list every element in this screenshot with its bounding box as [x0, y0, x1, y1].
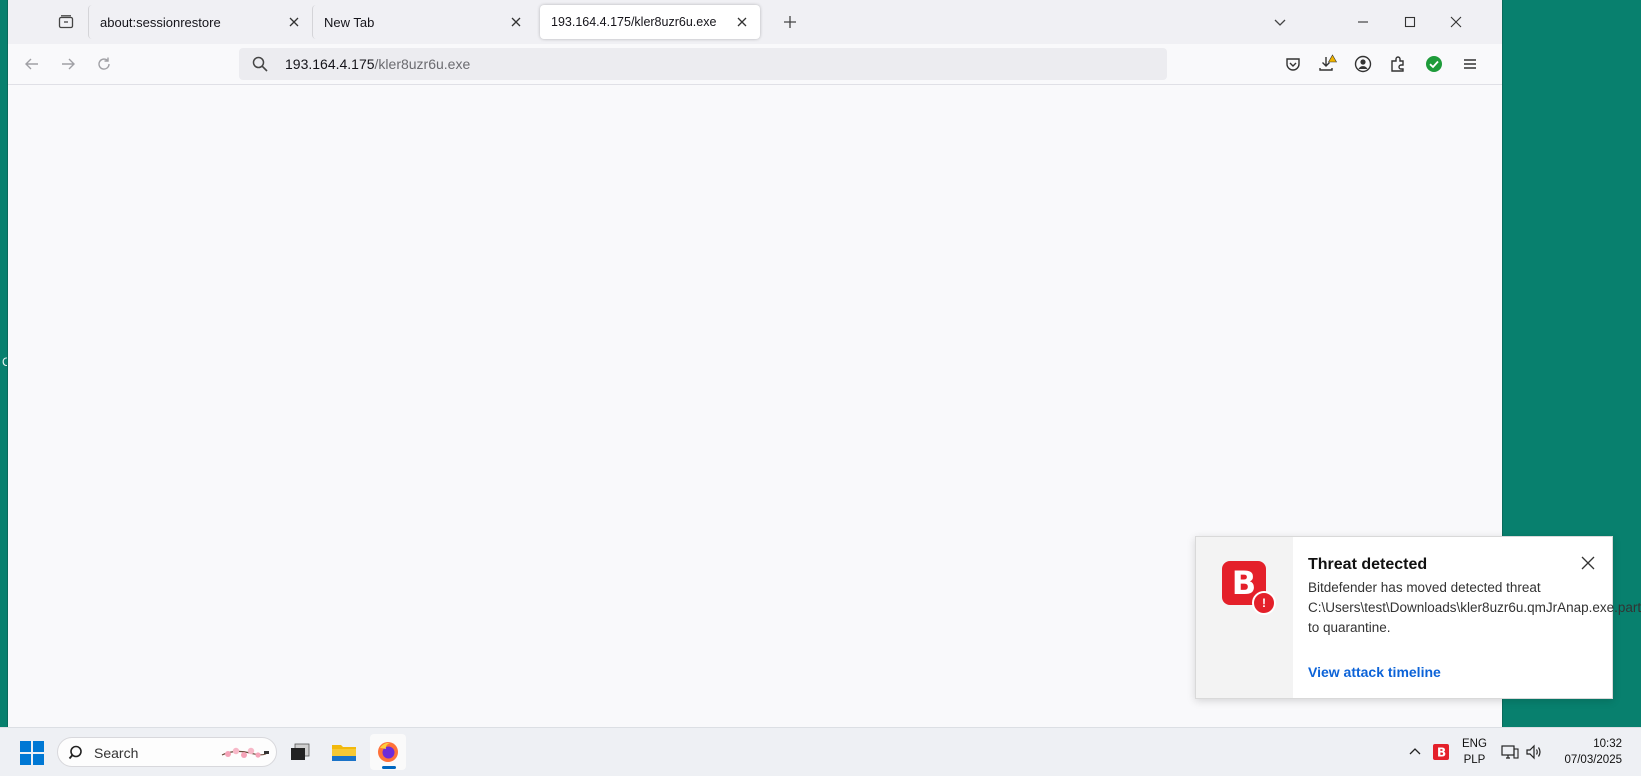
speaker-icon: [1526, 744, 1541, 760]
cherry-blossom-icon: [221, 747, 269, 758]
alert-badge-icon: !: [1252, 591, 1276, 615]
chevron-down-icon: [1274, 19, 1286, 26]
minimize-button[interactable]: [1351, 10, 1375, 34]
notification-body: Bitdefender has moved detected threat C:…: [1308, 580, 1641, 635]
language-code: ENG: [1462, 738, 1487, 750]
notification-icon-panel: B !: [1196, 537, 1293, 698]
tab-manager-icon: [58, 15, 74, 29]
show-hidden-icons-button[interactable]: [1405, 742, 1425, 762]
forward-button[interactable]: [56, 52, 80, 76]
tab-close-button[interactable]: [730, 10, 754, 34]
tab-title: 193.164.4.175/kler8uzr6u.exe: [551, 15, 717, 29]
firefox-icon: [378, 742, 398, 762]
input-language-indicator[interactable]: ENG PLP: [1462, 736, 1487, 768]
tab-close-button[interactable]: [504, 10, 528, 34]
downloads-icon: [1319, 54, 1338, 71]
menu-icon: [1464, 59, 1476, 69]
new-tab-button[interactable]: [778, 10, 802, 34]
tab-sessionrestore[interactable]: about:sessionrestore: [88, 5, 312, 39]
extensions-button[interactable]: [1386, 52, 1410, 76]
bitdefender-extension-button[interactable]: [1422, 52, 1446, 76]
close-icon: [1581, 556, 1595, 570]
clock-time: 10:32: [1593, 738, 1622, 750]
app-menu-button[interactable]: [1458, 52, 1482, 76]
account-button[interactable]: [1351, 52, 1375, 76]
maximize-icon: [1404, 16, 1416, 28]
tab-new-tab[interactable]: New Tab: [312, 5, 534, 39]
close-icon: [1450, 16, 1462, 28]
list-all-tabs-button[interactable]: [1268, 10, 1292, 34]
minimize-icon: [1358, 21, 1368, 23]
firefox-taskbar-button[interactable]: [370, 734, 406, 770]
arrow-right-icon: [62, 58, 75, 70]
extensions-icon: [1391, 56, 1404, 72]
notification-title: Threat detected: [1308, 556, 1428, 573]
close-icon: [511, 17, 521, 27]
reload-icon: [98, 57, 110, 70]
notification-close-button[interactable]: [1576, 551, 1600, 575]
search-icon: [251, 55, 269, 73]
tab-close-button[interactable]: [282, 10, 306, 34]
tab-title: about:sessionrestore: [100, 14, 221, 30]
plus-icon: [784, 16, 796, 28]
close-icon: [289, 17, 299, 27]
pocket-icon: [1286, 58, 1300, 71]
keyboard-layout: PLP: [1463, 754, 1486, 766]
task-view-icon: [291, 743, 310, 760]
tab-title: New Tab: [324, 14, 375, 30]
active-app-indicator: [382, 766, 396, 769]
svg-text:B: B: [1437, 746, 1446, 760]
search-icon: [68, 745, 82, 760]
window-close-button[interactable]: [1444, 10, 1468, 34]
save-to-pocket-button[interactable]: [1281, 52, 1305, 76]
start-button[interactable]: [20, 741, 44, 765]
tab-active-exe[interactable]: 193.164.4.175/kler8uzr6u.exe: [540, 5, 760, 39]
chevron-up-icon: [1409, 748, 1421, 755]
windows-logo-icon: [20, 741, 44, 765]
folder-icon: [332, 745, 356, 761]
bitdefender-tray-icon: B: [1433, 744, 1449, 760]
clock-date: 07/03/2025: [1564, 754, 1622, 766]
account-icon: [1354, 55, 1372, 73]
url-host: 193.164.4.175: [285, 56, 375, 72]
url-path: /kler8uzr6u.exe: [374, 56, 471, 72]
volume-button[interactable]: [1524, 742, 1544, 762]
search-label: Search: [94, 745, 139, 761]
view-attack-timeline-link[interactable]: View attack timeline: [1308, 664, 1441, 680]
file-explorer-button[interactable]: [326, 734, 362, 770]
back-button[interactable]: [20, 52, 44, 76]
tab-bar: about:sessionrestore New Tab 193.164.4.1…: [8, 0, 1502, 44]
network-icon: [1501, 745, 1519, 759]
address-bar[interactable]: 193.164.4.175/kler8uzr6u.exe: [239, 48, 1167, 80]
arrow-left-icon: [25, 58, 38, 70]
taskbar-search-box[interactable]: Search: [57, 737, 277, 767]
windows-taskbar: Search B ENG PLP 10:32 07/03/2025: [0, 727, 1641, 776]
task-view-button[interactable]: [282, 734, 318, 770]
close-icon: [737, 17, 747, 27]
firefox-view-button[interactable]: [54, 10, 78, 34]
network-button[interactable]: [1500, 742, 1520, 762]
reload-button[interactable]: [92, 52, 116, 76]
navigation-toolbar: 193.164.4.175/kler8uzr6u.exe: [8, 44, 1502, 85]
bitdefender-threat-notification[interactable]: B ! Threat detected Bitdefender has move…: [1195, 536, 1641, 699]
downloads-button[interactable]: [1316, 52, 1340, 76]
system-clock[interactable]: 10:32 07/03/2025: [1556, 736, 1622, 768]
bitdefender-tray-icon-button[interactable]: B: [1431, 742, 1451, 762]
bitdefender-check-icon: [1426, 56, 1442, 72]
maximize-button[interactable]: [1398, 10, 1422, 34]
url-text[interactable]: 193.164.4.175/kler8uzr6u.exe: [285, 56, 470, 72]
